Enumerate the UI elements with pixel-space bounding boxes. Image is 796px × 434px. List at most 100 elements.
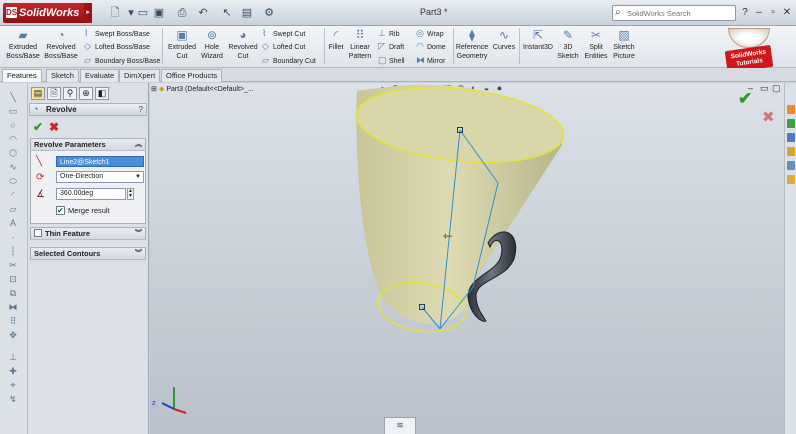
property-manager-tab-icon[interactable]: ▤ <box>31 87 45 100</box>
selected-contours-header[interactable]: Selected Contours ︾ <box>31 248 145 260</box>
lofted-cut-button[interactable]: ◇ Lofted Cut <box>262 40 305 52</box>
mirror-button[interactable]: ⧓ Mirror <box>416 54 445 66</box>
direction-dropdown[interactable]: One-Direction ▼ <box>56 171 144 183</box>
search-box[interactable]: ⌕ <box>612 5 736 21</box>
thin-feature-header[interactable]: Thin Feature ︾ <box>31 228 145 240</box>
merge-result-checkbox[interactable]: ✔ <box>56 206 65 215</box>
confirm-cancel-icon[interactable]: ✖ <box>762 108 775 126</box>
resources-tab-icon[interactable] <box>787 105 795 114</box>
close-icon[interactable]: ✕ <box>780 6 794 20</box>
ellipse-icon[interactable]: ⬭ <box>6 175 20 187</box>
boundary-boss-button[interactable]: ▱ Boundary Boss/Base <box>84 54 160 66</box>
options-icon[interactable]: ⚙ <box>262 6 276 20</box>
line-icon[interactable]: ╲ <box>6 91 20 103</box>
rebuild-icon[interactable]: ▤ <box>240 6 254 20</box>
undo-icon[interactable]: ↶ <box>196 6 210 20</box>
select-icon[interactable]: ↖ <box>220 6 234 20</box>
design-library-tab-icon[interactable] <box>787 119 795 128</box>
file-explorer-tab-icon[interactable] <box>787 133 795 142</box>
spline-icon[interactable]: ∿ <box>6 161 20 173</box>
fillet-sketch-icon[interactable]: ◜ <box>6 189 20 201</box>
revolved-cup-model[interactable]: ⇽ <box>150 83 784 434</box>
open-icon[interactable]: ▭ <box>136 6 150 20</box>
mirror-sketch-icon[interactable]: ⧓ <box>6 301 20 313</box>
display-manager-tab-icon[interactable]: ◧ <box>95 87 109 100</box>
expand-icon[interactable]: ︾ <box>135 228 142 239</box>
repair-icon[interactable]: ✚ <box>6 365 20 377</box>
hole-wizard-button[interactable]: ⊚ Hole Wizard <box>198 28 226 61</box>
tab-features[interactable]: Features <box>2 69 42 82</box>
arc-icon[interactable]: ◠ <box>6 133 20 145</box>
new-document-icon[interactable]: 🗋 <box>108 6 122 20</box>
ok-button[interactable]: ✔ <box>33 120 43 134</box>
feature-manager-tab-icon[interactable]: 🗎 <box>47 87 61 100</box>
instant3d-button[interactable]: ⇱ Instant3D <box>521 28 555 52</box>
wrap-button[interactable]: ◎ Wrap <box>416 27 444 39</box>
minimize-icon[interactable]: – <box>752 6 766 20</box>
convert-icon[interactable]: ⊡ <box>6 273 20 285</box>
tab-dimxpert[interactable]: DimXpert <box>119 69 161 82</box>
graphics-area[interactable]: ⊞◆ Part3 (Default<<Default>_... ⌕⊕↶◫◈◩◉◐… <box>150 83 784 434</box>
help-button[interactable]: ? <box>139 104 143 115</box>
search-input[interactable] <box>627 7 733 19</box>
tab-sketch[interactable]: Sketch <box>46 69 79 82</box>
point-icon[interactable]: · <box>6 231 20 243</box>
confirm-ok-icon[interactable]: ✔ <box>738 89 752 109</box>
expand-icon[interactable]: ︾ <box>135 248 142 259</box>
solidworks-logo[interactable]: DS SolidWorks <box>3 3 89 23</box>
fillet-button[interactable]: ◜ Fillet <box>326 28 346 52</box>
collapse-icon[interactable]: ︽ <box>135 139 142 150</box>
rapid-sketch-icon[interactable]: ↯ <box>6 393 20 405</box>
tab-evaluate[interactable]: Evaluate <box>80 69 120 82</box>
extruded-boss-button[interactable]: ▰ Extruded Boss/Base <box>6 28 40 61</box>
sketch-picture-button[interactable]: ▨ Sketch Picture <box>610 28 638 61</box>
linear-pattern-button[interactable]: ⠿ Linear Pattern <box>346 28 374 61</box>
draft-button[interactable]: ◸ Draft <box>378 40 404 52</box>
boundary-cut-button[interactable]: ▱ Boundary Cut <box>262 54 316 66</box>
curves-button[interactable]: ∿ Curves <box>491 28 517 52</box>
offset-icon[interactable]: ⧉ <box>6 287 20 299</box>
swept-cut-button[interactable]: ⌇ Swept Cut <box>262 27 305 39</box>
custom-properties-tab-icon[interactable] <box>787 175 795 184</box>
revolve-parameters-header[interactable]: Revolve Parameters ︽ <box>31 139 145 151</box>
angle-input[interactable]: 360.00deg <box>56 188 126 200</box>
logo-menu-arrow-icon[interactable]: ▸ <box>84 3 92 23</box>
restore-icon[interactable]: ▫ <box>766 6 780 20</box>
shell-button[interactable]: ▢ Shell <box>378 54 405 66</box>
revolved-boss-button[interactable]: ◔ Revolved Boss/Base <box>44 28 78 61</box>
circle-icon[interactable]: ○ <box>6 119 20 131</box>
swept-boss-button[interactable]: ⌇ Swept Boss/Base <box>84 27 150 39</box>
cancel-button[interactable]: ✖ <box>49 120 59 134</box>
quick-snaps-icon[interactable]: ⌖ <box>6 379 20 391</box>
move-icon[interactable]: ✥ <box>6 329 20 341</box>
polygon-icon[interactable]: ⬡ <box>6 147 20 159</box>
dome-button[interactable]: ◠ Dome <box>416 40 446 52</box>
rectangle-icon[interactable]: ▭ <box>6 105 20 117</box>
print-icon[interactable]: ⎙ <box>175 6 189 20</box>
revolved-cut-button[interactable]: ◕ Revolved Cut <box>226 28 260 61</box>
text-icon[interactable]: A <box>6 217 20 229</box>
configuration-manager-tab-icon[interactable]: ⚲ <box>63 87 77 100</box>
trim-icon[interactable]: ✂ <box>6 259 20 271</box>
tab-office-products[interactable]: Office Products <box>161 69 223 82</box>
lofted-boss-button[interactable]: ◇ Lofted Boss/Base <box>84 40 150 52</box>
extruded-cut-button[interactable]: ▣ Extruded Cut <box>166 28 198 61</box>
view-palette-tab-icon[interactable] <box>787 147 795 156</box>
save-icon[interactable]: ▣ <box>152 6 166 20</box>
reverse-direction-icon[interactable]: ⟳ <box>36 172 44 183</box>
appearances-tab-icon[interactable] <box>787 161 795 170</box>
reference-geometry-button[interactable]: ⧫ Reference Geometry <box>455 28 489 61</box>
thin-feature-checkbox[interactable] <box>34 229 42 237</box>
help-icon[interactable]: ? <box>738 6 752 20</box>
dimxpert-manager-tab-icon[interactable]: ⊕ <box>79 87 93 100</box>
rib-button[interactable]: ⊥ Rib <box>378 27 400 39</box>
centerline-icon[interactable]: ┆ <box>6 245 20 257</box>
flyout-expand-icon[interactable]: ≋ <box>384 417 416 434</box>
plane-icon[interactable]: ▱ <box>6 203 20 215</box>
3d-sketch-button[interactable]: ✎ 3D Sketch <box>557 28 579 61</box>
axis-selection-field[interactable]: Line2@Sketch1 <box>56 156 144 167</box>
relations-icon[interactable]: ⊥ <box>6 351 20 363</box>
angle-spinner[interactable]: ▲ ▼ <box>127 188 134 200</box>
pattern-sketch-icon[interactable]: ⠿ <box>6 315 20 327</box>
split-entities-button[interactable]: ✂ Split Entities <box>582 28 610 61</box>
